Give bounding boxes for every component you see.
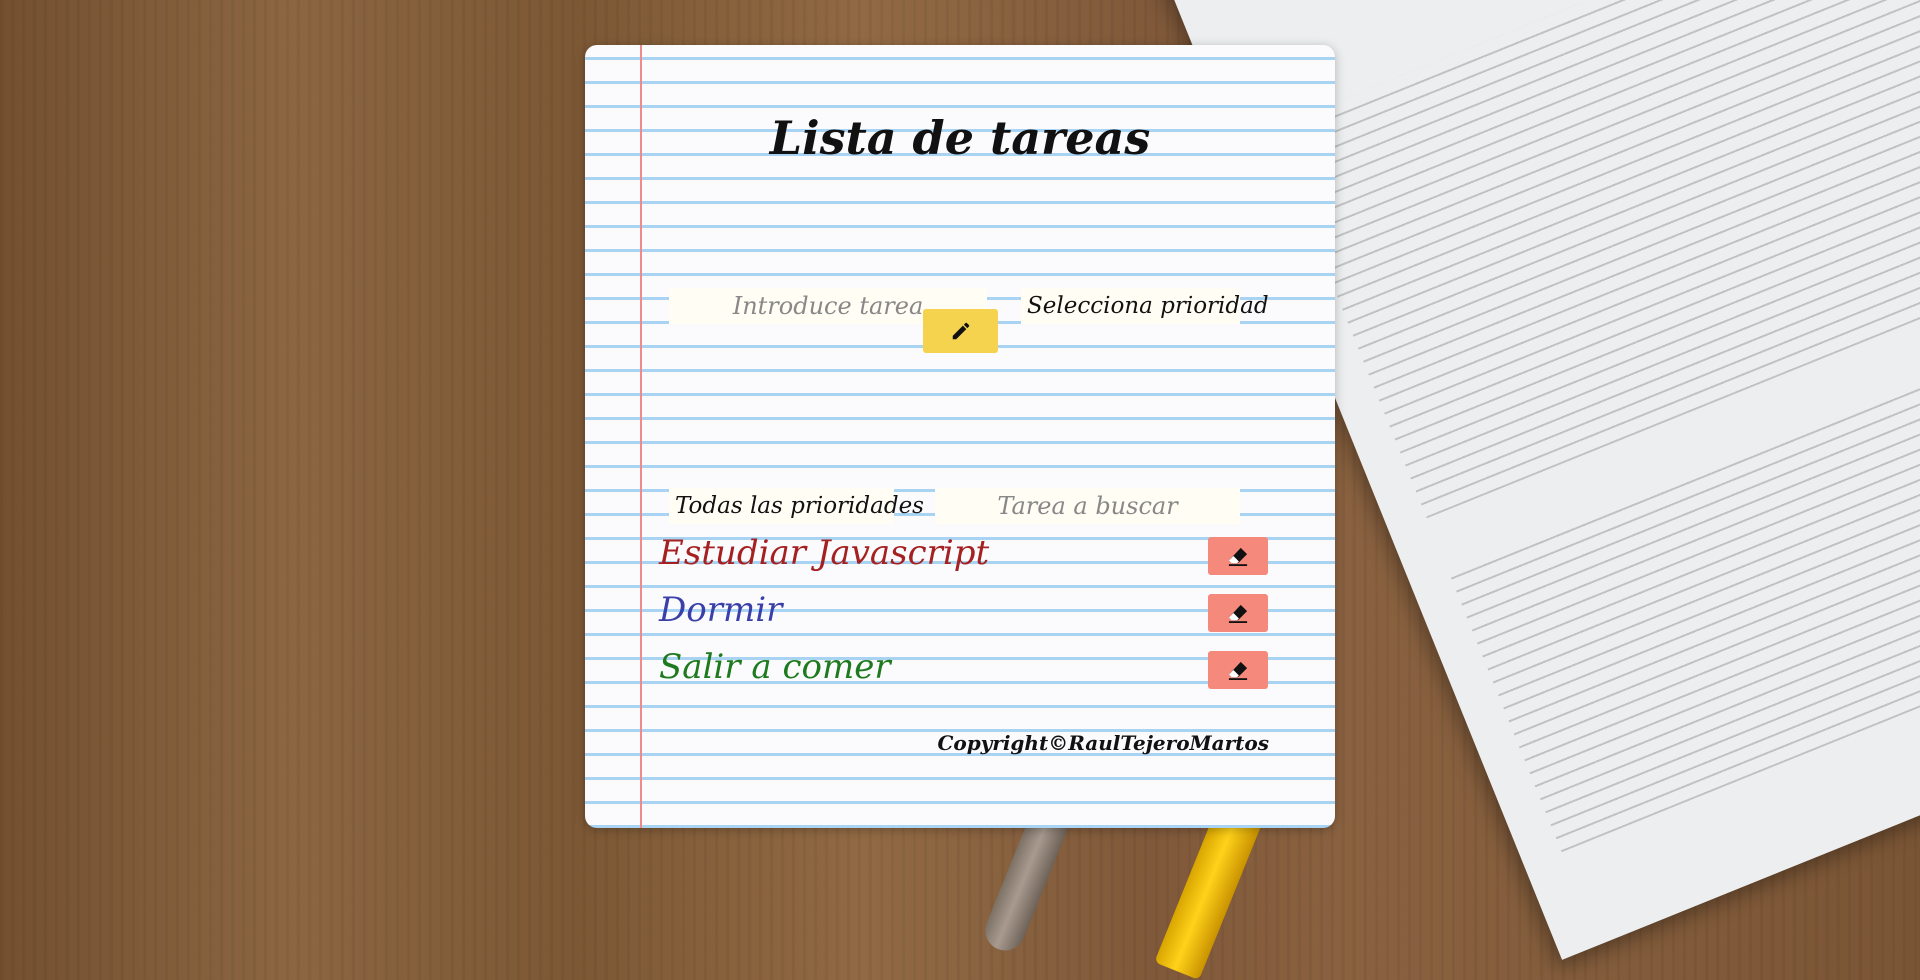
eraser-icon — [1228, 547, 1248, 566]
eraser-icon — [1228, 661, 1248, 680]
eraser-icon — [1228, 604, 1248, 623]
page-title: Lista de tareas — [769, 111, 1151, 165]
priority-filter-select[interactable]: Todas las prioridades — [669, 488, 924, 524]
task-item-label: Dormir — [659, 590, 783, 630]
search-input[interactable] — [935, 488, 1240, 524]
pencil-icon — [952, 322, 969, 340]
priority-filter-label: Todas las prioridades — [675, 493, 924, 519]
task-item-label: Salir a comer — [659, 647, 891, 687]
copyright-text: Copyright©RaulTejeroMartos — [937, 731, 1269, 755]
priority-select[interactable]: Selecciona prioridad — [1021, 288, 1269, 324]
delete-task-button[interactable] — [1208, 594, 1268, 632]
delete-task-button[interactable] — [1208, 651, 1268, 689]
notebook-card: Lista de tareas Selecciona prioridad Tod… — [585, 45, 1335, 828]
task-item-label: Estudiar Javascript — [659, 533, 990, 573]
priority-select-label: Selecciona prioridad — [1027, 293, 1269, 319]
add-task-button[interactable] — [923, 309, 998, 353]
delete-task-button[interactable] — [1208, 537, 1268, 575]
